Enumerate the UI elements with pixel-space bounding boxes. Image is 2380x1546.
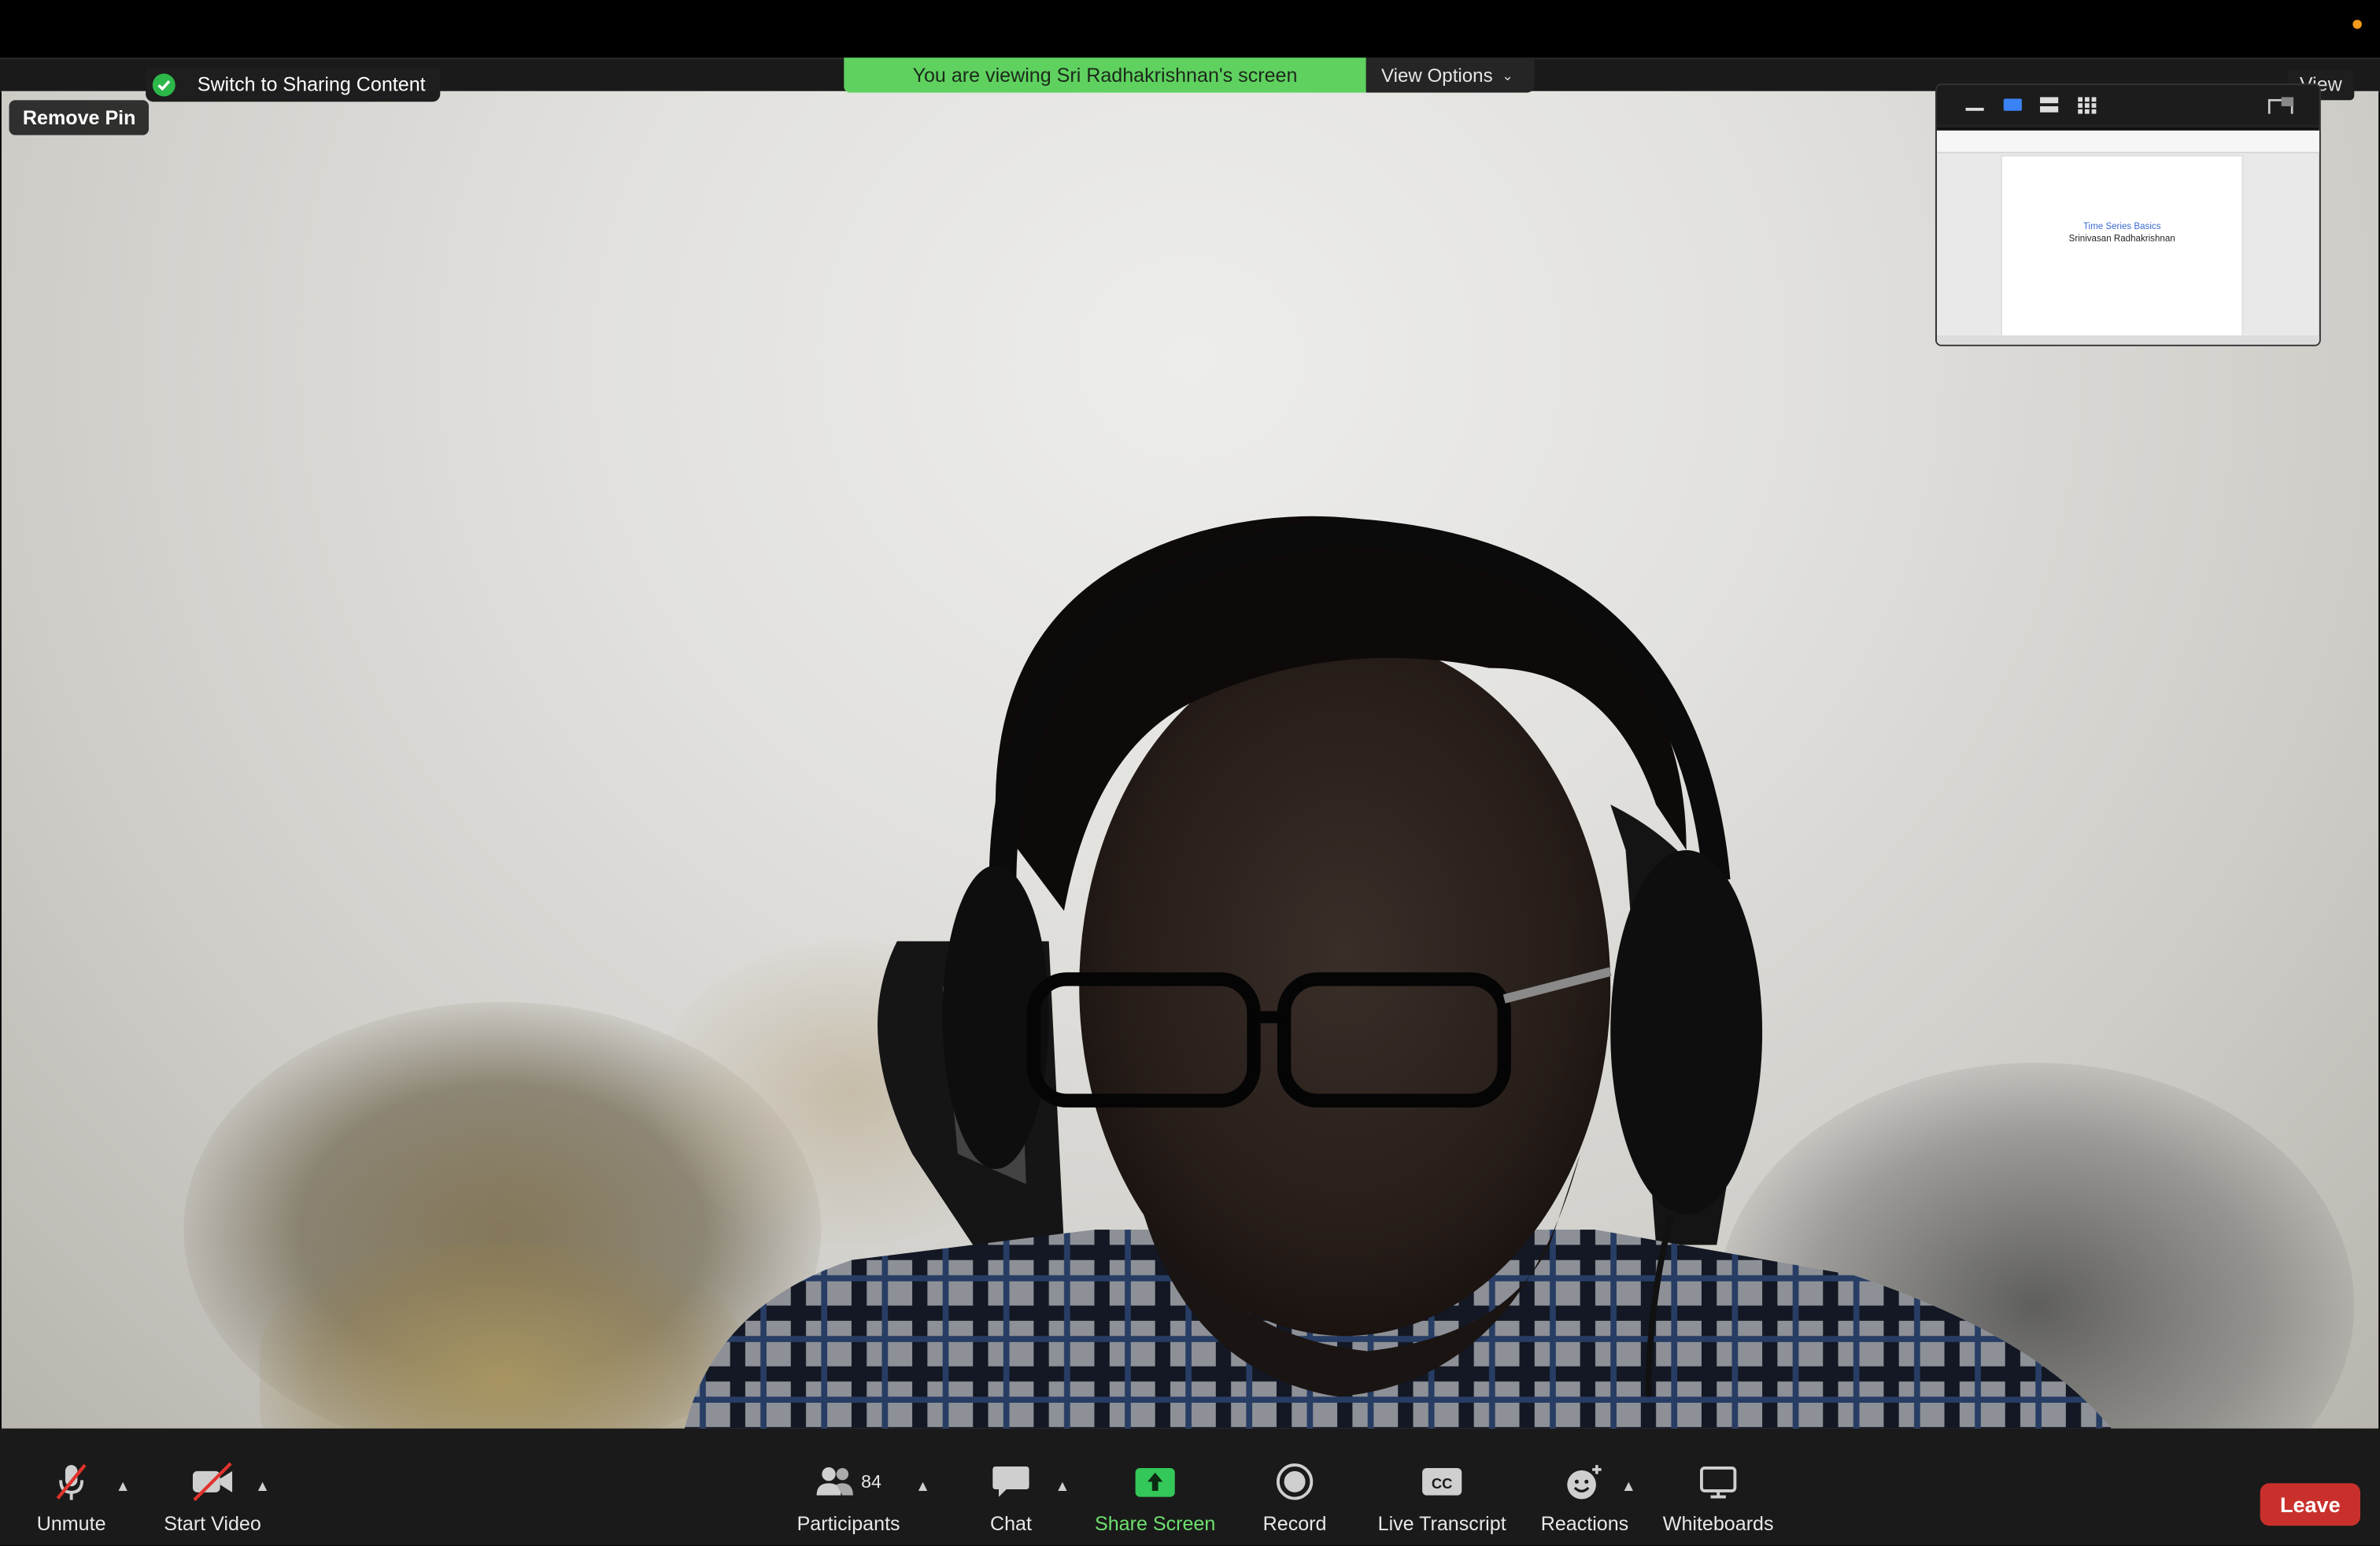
view-options-button[interactable]: View Options ⌄ — [1366, 57, 1535, 93]
remove-pin-button[interactable]: Remove Pin — [9, 100, 150, 135]
record-label: Record — [1262, 1511, 1327, 1535]
whiteboards-button[interactable]: Whiteboards — [1661, 1460, 1776, 1535]
participants-count: 84 — [861, 1470, 881, 1492]
live-transcript-label: Live Transcript — [1377, 1511, 1506, 1535]
viewing-banner: You are viewing Sri Radhakrishnan's scre… — [844, 57, 1366, 93]
reactions-label: Reactions — [1540, 1511, 1629, 1535]
chat-label: Chat — [989, 1511, 1032, 1535]
video-off-icon — [190, 1460, 235, 1503]
video-options-caret[interactable]: ▲ — [255, 1478, 270, 1495]
gallery-view-icon[interactable] — [2076, 96, 2097, 114]
view-options-label: View Options — [1381, 64, 1493, 86]
share-screen-icon — [1134, 1460, 1177, 1503]
leave-button[interactable]: Leave — [2260, 1483, 2360, 1526]
shared-screen-thumbnail[interactable]: Time Series Basics Srinivasan Radhakrish… — [1936, 85, 2319, 345]
chat-options-caret[interactable]: ▲ — [1055, 1478, 1070, 1495]
cc-icon: CC — [1421, 1460, 1463, 1503]
chat-button[interactable]: Chat — [984, 1460, 1038, 1535]
slide-subtitle: Srinivasan Radhakrishnan — [2068, 235, 2175, 245]
mic-muted-icon — [52, 1460, 91, 1503]
slide-title: Time Series Basics — [2082, 223, 2161, 233]
live-transcript-button[interactable]: CC Live Transcript — [1371, 1460, 1513, 1535]
participants-button[interactable]: 84 Participants — [793, 1460, 905, 1535]
switch-to-sharing-button[interactable]: Switch to Sharing Content — [146, 68, 441, 102]
reactions-icon — [1563, 1460, 1606, 1503]
whiteboard-icon — [1698, 1460, 1738, 1503]
reactions-button[interactable]: Reactions — [1538, 1460, 1632, 1535]
shared-screen-preview: Time Series Basics Srinivasan Radhakrish… — [1936, 128, 2319, 345]
menu-bar — [0, 0, 2380, 58]
cc-badge-text: CC — [1432, 1475, 1452, 1492]
browser-chrome — [1936, 130, 2319, 153]
speaker-view-icon[interactable] — [2002, 96, 2023, 114]
record-icon — [1275, 1460, 1314, 1503]
status-dot — [2352, 20, 2362, 29]
shield-check-icon — [146, 68, 182, 102]
start-video-label: Start Video — [164, 1511, 261, 1535]
pop-out-icon[interactable] — [2267, 96, 2295, 114]
stacked-view-icon[interactable] — [2038, 96, 2060, 114]
dock-preview — [1936, 335, 2319, 345]
audio-options-caret[interactable]: ▲ — [116, 1478, 131, 1495]
reactions-options-caret[interactable]: ▲ — [1621, 1478, 1636, 1495]
zoom-window: Remove Pin Switch to Sharing Content You… — [0, 0, 2380, 1546]
record-button[interactable]: Record — [1258, 1460, 1332, 1535]
participants-label: Participants — [796, 1511, 900, 1535]
switch-label: Switch to Sharing Content — [197, 72, 426, 96]
chevron-down-icon: ⌄ — [1502, 67, 1513, 83]
share-screen-label: Share Screen — [1095, 1511, 1216, 1535]
thumbnail-toolbar — [1936, 85, 2319, 125]
participants-icon: 84 — [815, 1460, 881, 1503]
chat-icon — [991, 1460, 1030, 1503]
whiteboards-label: Whiteboards — [1662, 1511, 1774, 1535]
minimize-icon[interactable] — [1964, 96, 1986, 114]
slide-preview: Time Series Basics Srinivasan Radhakrish… — [2000, 154, 2244, 338]
start-video-button[interactable]: Start Video — [158, 1460, 268, 1535]
unmute-button[interactable]: Unmute — [33, 1460, 109, 1535]
participants-options-caret[interactable]: ▲ — [915, 1478, 930, 1495]
unmute-label: Unmute — [36, 1511, 106, 1535]
share-screen-button[interactable]: Share Screen — [1093, 1460, 1218, 1535]
